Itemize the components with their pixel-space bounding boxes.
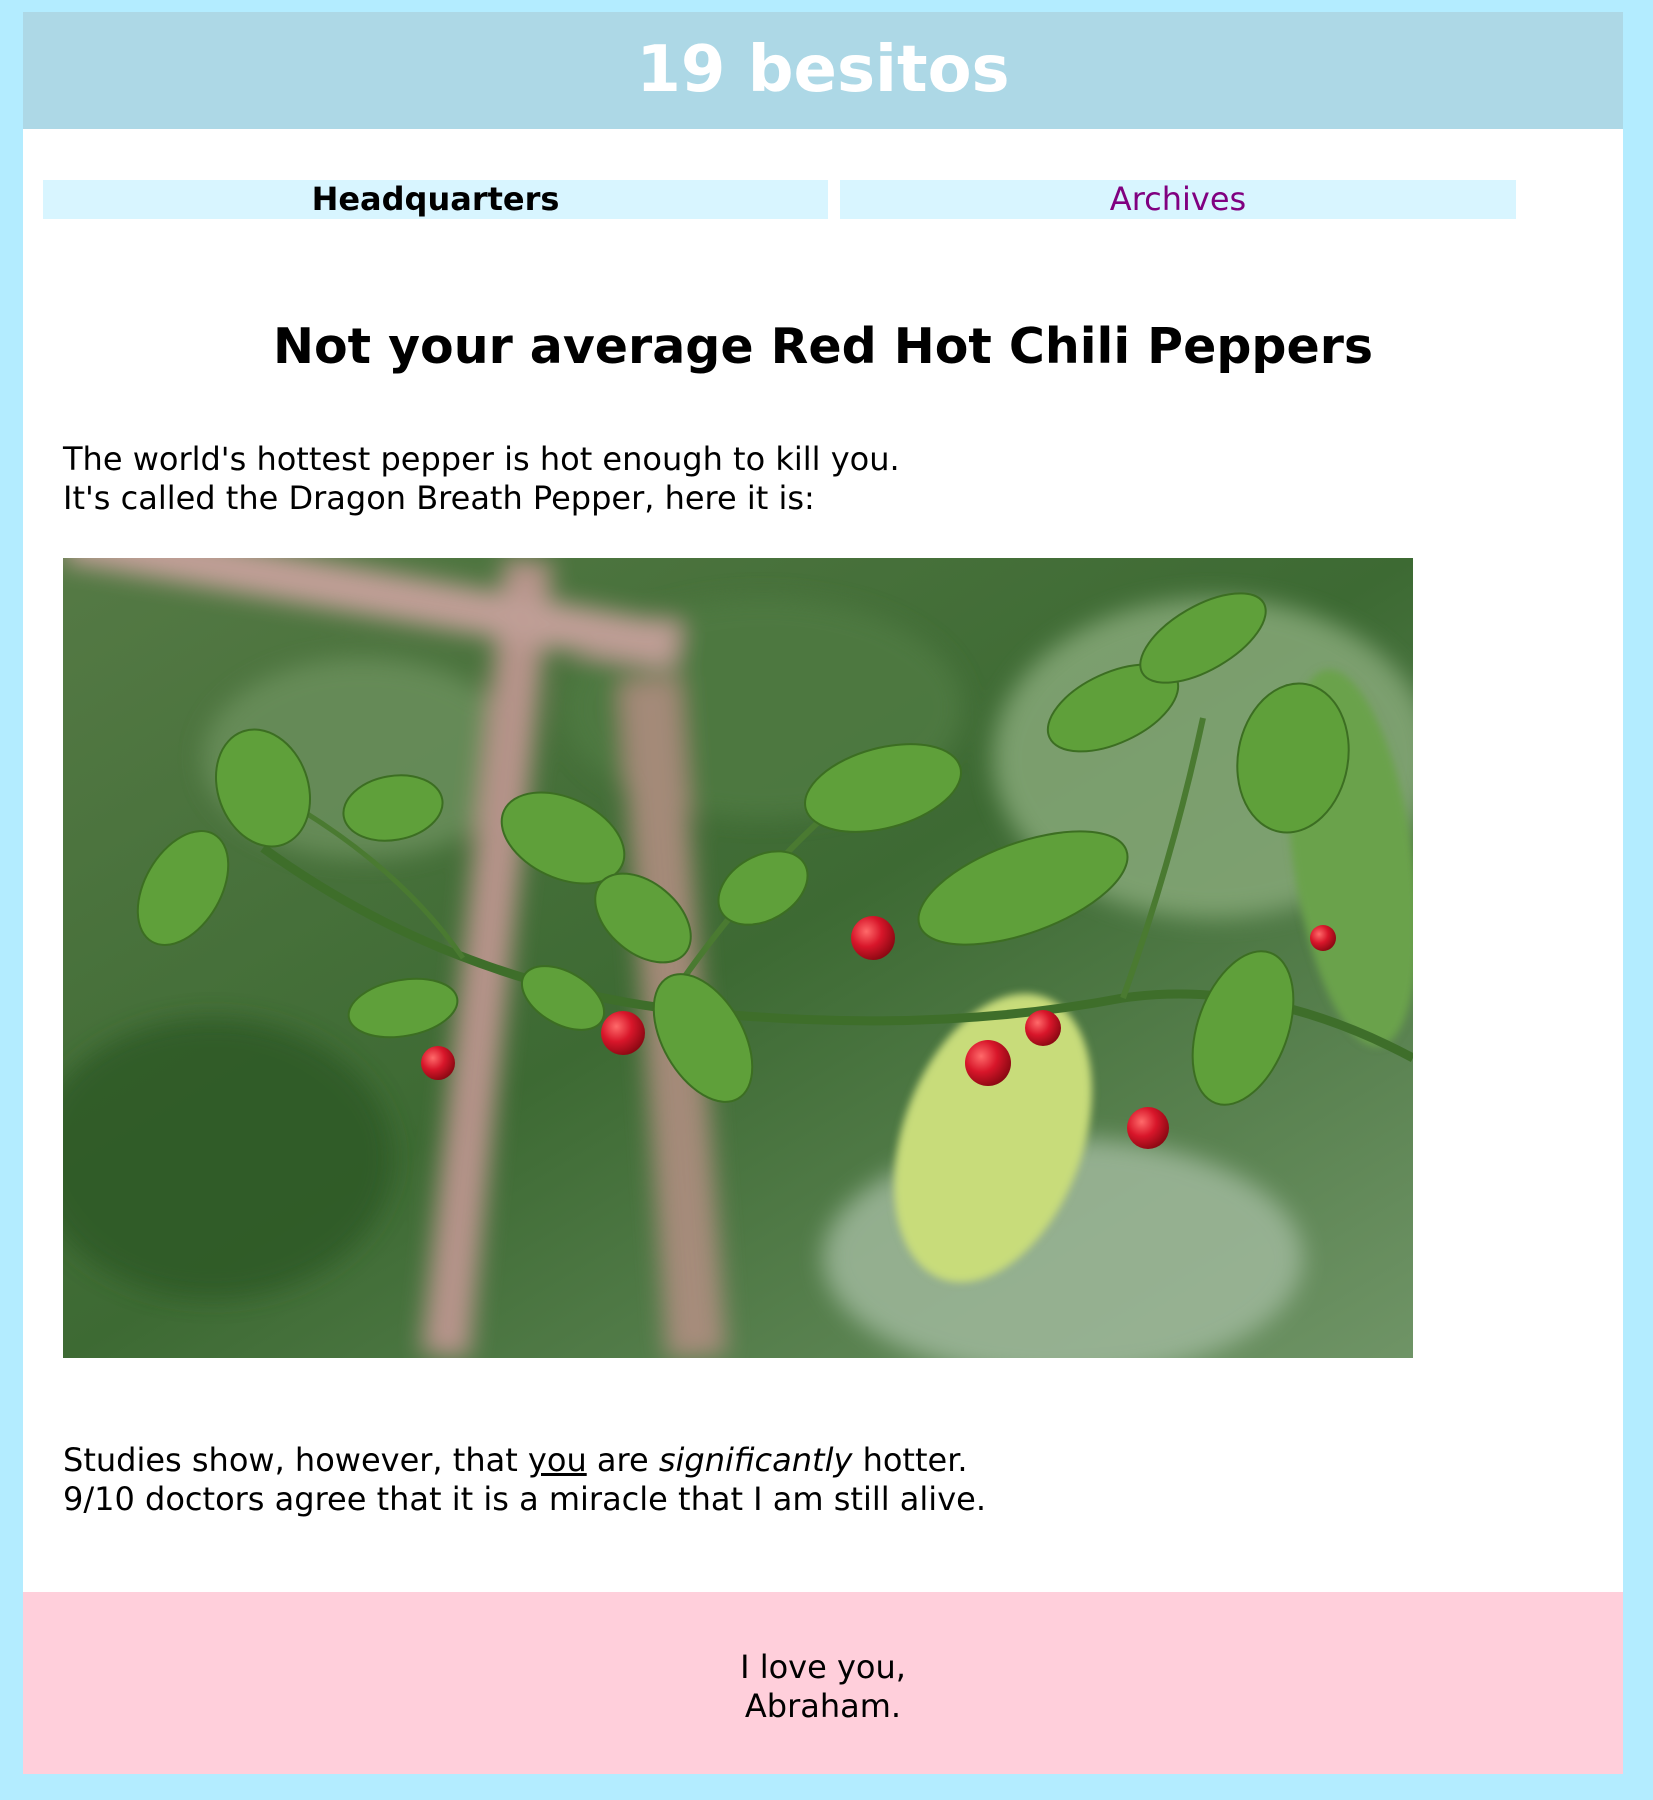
post-outro: Studies show, however, that you are sign… [63, 1441, 986, 1519]
post-intro: The world's hottest pepper is hot enough… [63, 440, 900, 518]
outro-line-2: 9/10 doctors agree that it is a miracle … [63, 1480, 986, 1518]
outro-emphasis-you: you [527, 1441, 587, 1479]
outro-line-1-part-c: hotter. [852, 1441, 968, 1479]
pepper-plant-illustration [63, 558, 1413, 1358]
nav-headquarters-link[interactable]: Headquarters [43, 180, 828, 219]
outro-emphasis-significantly: significantly [658, 1441, 853, 1479]
intro-line-1: The world's hottest pepper is hot enough… [63, 440, 900, 478]
pepper-photo [63, 558, 1413, 1358]
outro-line-1-part-a: Studies show, however, that [63, 1441, 528, 1479]
site-footer: I love you, Abraham. [23, 1592, 1623, 1774]
footer-line-1: I love you, [740, 1648, 906, 1686]
post-title: Not your average Red Hot Chili Peppers [272, 318, 1374, 375]
outro-line-1: Studies show, however, that you are sign… [63, 1441, 968, 1479]
intro-line-2: It's called the Dragon Breath Pepper, he… [63, 479, 815, 517]
outro-line-1-part-b: are [586, 1441, 659, 1479]
site-title: 19 besitos [636, 33, 1010, 107]
nav-archives-link[interactable]: Archives [840, 180, 1516, 219]
page-container: 19 besitos Headquarters Archives Not you… [23, 12, 1623, 1774]
footer-line-2: Abraham. [744, 1687, 902, 1725]
site-header: 19 besitos [23, 12, 1623, 129]
